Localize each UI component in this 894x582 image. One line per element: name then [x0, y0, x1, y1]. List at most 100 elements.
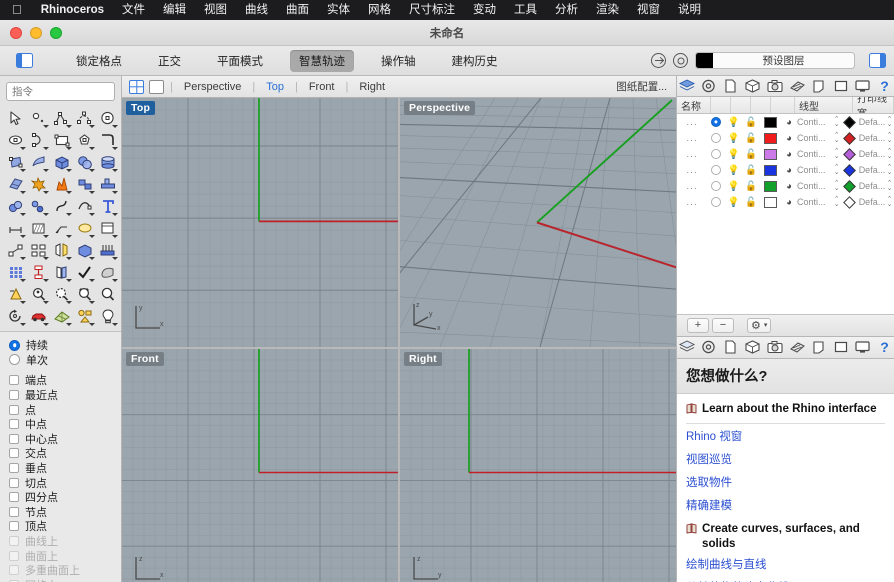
unlock-icon[interactable]: 🔓: [745, 149, 757, 160]
print-color-diamond-icon[interactable]: [843, 147, 857, 161]
layer-linetype-cell[interactable]: Conti...: [797, 133, 826, 143]
menu-item-app-name[interactable]: Rhinoceros: [32, 0, 113, 20]
table-row[interactable]: ... 💡 🔓 ◕ Conti... ⌃ ⌄ Defa... ⌃ ⌄: [677, 114, 894, 130]
checkbox-icon[interactable]: [9, 492, 19, 503]
tool-curve-icon[interactable]: [73, 108, 96, 129]
menu-item-window[interactable]: 视窗: [628, 0, 669, 20]
menu-item-render[interactable]: 渲染: [587, 0, 628, 20]
layer-current-radio-icon[interactable]: [710, 181, 721, 192]
material-sphere-icon[interactable]: ◕: [786, 197, 792, 208]
tool-explode-icon[interactable]: [27, 174, 50, 195]
notes-icon[interactable]: [811, 339, 827, 355]
layer-printwidth-cell[interactable]: Defa...: [859, 149, 886, 159]
remove-layer-button[interactable]: −: [712, 317, 734, 333]
osnap-item-knot[interactable]: 节点: [9, 505, 121, 520]
menu-item-transform[interactable]: 变动: [464, 0, 505, 20]
tool-align-icon[interactable]: [27, 262, 50, 283]
layer-printwidth-cell[interactable]: Defa...: [859, 117, 886, 127]
camera-icon[interactable]: [766, 339, 783, 355]
table-row[interactable]: ... 💡 🔓 ◕ Conti... ⌃ ⌄ Defa... ⌃ ⌄: [677, 162, 894, 178]
layer-jump-icon[interactable]: [651, 53, 666, 68]
printwidth-stepper-icon[interactable]: ⌃ ⌄: [887, 196, 893, 208]
layer-linetype-cell[interactable]: Conti...: [797, 181, 826, 191]
tool-select-arrow-icon[interactable]: [4, 108, 27, 129]
tool-extrude-cone-icon[interactable]: [4, 284, 27, 305]
checkbox-icon[interactable]: [9, 477, 19, 488]
checkbox-icon[interactable]: [9, 463, 19, 474]
gumball-button[interactable]: 操作轴: [372, 50, 425, 72]
lightbulb-icon[interactable]: 💡: [728, 133, 740, 144]
help-link-select-object[interactable]: 选取物件: [686, 470, 885, 493]
radio-single-icon[interactable]: [9, 354, 20, 366]
tool-pipe-icon[interactable]: [27, 196, 50, 217]
checkbox-icon[interactable]: [9, 375, 19, 386]
material-sphere-icon[interactable]: ◕: [786, 181, 792, 192]
menu-item-analyze[interactable]: 分析: [546, 0, 587, 20]
tool-copy-icon[interactable]: [27, 240, 50, 261]
menu-item-curve[interactable]: 曲线: [236, 0, 277, 20]
tool-split-icon[interactable]: [73, 174, 96, 195]
viewport-right[interactable]: Right z y: [400, 349, 676, 582]
page-icon[interactable]: [723, 339, 739, 355]
layer-color-swatch[interactable]: [696, 53, 713, 68]
layer-linetype-cell[interactable]: Conti...: [797, 117, 826, 127]
tool-blend-icon[interactable]: [4, 196, 27, 217]
tool-zoom-extents-icon[interactable]: [96, 284, 119, 305]
checkbox-icon[interactable]: [9, 404, 19, 415]
planar-button[interactable]: 平面模式: [208, 50, 272, 72]
material-sphere-icon[interactable]: ◕: [786, 133, 792, 144]
tool-render-mesh-icon[interactable]: [50, 306, 73, 327]
layer-printwidth-cell[interactable]: Defa...: [859, 197, 886, 207]
linetype-stepper-icon[interactable]: ⌃ ⌄: [834, 148, 840, 160]
viewport-tab-perspective[interactable]: Perspective: [173, 81, 252, 93]
menu-item-file[interactable]: 文件: [113, 0, 154, 20]
printwidth-stepper-icon[interactable]: ⌃ ⌄: [887, 164, 893, 176]
tool-polygon-icon[interactable]: [73, 130, 96, 151]
print-color-diamond-icon[interactable]: [843, 131, 857, 145]
linetype-stepper-icon[interactable]: ⌃ ⌄: [834, 116, 840, 128]
viewport-front-label[interactable]: Front: [126, 352, 164, 366]
checkbox-icon[interactable]: [9, 521, 19, 532]
layer-linetype-cell[interactable]: Conti...: [797, 197, 826, 207]
tool-ellipse-icon[interactable]: [4, 130, 27, 151]
menu-item-help[interactable]: 说明: [669, 0, 710, 20]
osnap-item-vertex[interactable]: 顶点: [9, 519, 121, 534]
tool-sweep-icon[interactable]: [50, 196, 73, 217]
help-link-navigation[interactable]: 视图巡览: [686, 447, 885, 470]
camera-icon[interactable]: [766, 78, 783, 94]
osnap-item-tangent[interactable]: 切点: [9, 475, 121, 490]
tool-leader-icon[interactable]: [50, 218, 73, 239]
menu-item-edit[interactable]: 编辑: [154, 0, 195, 20]
render-icon[interactable]: [789, 78, 805, 94]
layer-color-swatch[interactable]: [763, 148, 777, 160]
tool-cylinder-icon[interactable]: [96, 152, 119, 173]
material-sphere-icon[interactable]: ◕: [786, 149, 792, 160]
lightbulb-icon[interactable]: 💡: [728, 117, 740, 128]
tool-light-icon[interactable]: [96, 306, 119, 327]
osnap-item-center[interactable]: 中心点: [9, 432, 121, 447]
linetype-stepper-icon[interactable]: ⌃ ⌄: [834, 180, 840, 192]
osnap-item-intersect[interactable]: 交点: [9, 446, 121, 461]
add-layer-button[interactable]: +: [687, 317, 709, 333]
help-question-icon[interactable]: ?: [877, 78, 893, 94]
minimize-button[interactable]: [30, 26, 42, 39]
viewport-tab-top[interactable]: Top: [255, 81, 295, 93]
linetype-stepper-icon[interactable]: ⌃ ⌄: [834, 196, 840, 208]
tool-box-icon[interactable]: [50, 152, 73, 173]
unlock-icon[interactable]: 🔓: [745, 133, 757, 144]
tool-fillet-icon[interactable]: [96, 130, 119, 151]
printwidth-stepper-icon[interactable]: ⌃ ⌄: [887, 148, 893, 160]
notes-icon[interactable]: [811, 78, 827, 94]
table-row[interactable]: ... 💡 🔓 ◕ Conti... ⌃ ⌄ Defa... ⌃ ⌄: [677, 194, 894, 210]
viewport-front[interactable]: Front z x: [122, 349, 398, 582]
left-panel-toggle-icon[interactable]: [16, 53, 33, 68]
viewport-tab-right[interactable]: Right: [348, 81, 396, 93]
layers-icon[interactable]: [678, 78, 695, 94]
lightbulb-icon[interactable]: 💡: [728, 149, 740, 160]
layer-color-swatch[interactable]: [763, 180, 777, 192]
tool-offset-icon[interactable]: [50, 262, 73, 283]
target-icon[interactable]: [701, 78, 717, 94]
tool-arc-icon[interactable]: [27, 130, 50, 151]
viewport-right-label[interactable]: Right: [404, 352, 442, 366]
ortho-button[interactable]: 正交: [149, 50, 190, 72]
